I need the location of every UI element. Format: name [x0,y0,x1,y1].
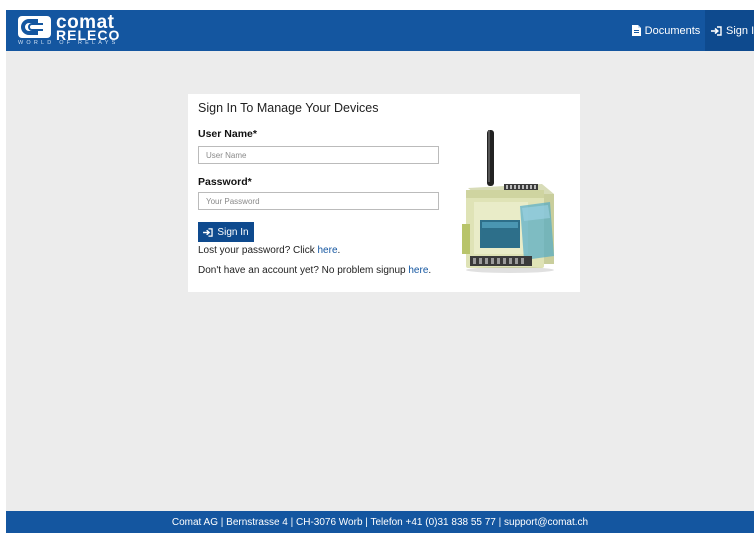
relay-device-image [462,130,554,273]
logo-tagline: WORLD OF RELAYS [18,40,119,46]
sign-in-button-label: Sign In [217,226,249,238]
signup-prefix: Don't have an account yet? No problem si… [198,265,409,276]
footer-contact-text: Comat AG | Bernstrasse 4 | CH-3076 Worb … [171,516,589,528]
footer-bar: Comat AG | Bernstrasse 4 | CH-3076 Worb … [6,511,754,533]
lost-password-prefix: Lost your password? Click [198,245,318,256]
login-card: Sign In To Manage Your Devices User Name… [188,94,580,292]
nav-sign-in-label: Sign In [726,24,754,37]
logo-mark-icon [18,16,51,38]
password-label: Password* [198,176,252,188]
nav-documents-link[interactable]: Documents [628,10,704,51]
nav-sign-in-link[interactable]: Sign In [705,10,754,51]
document-icon [631,25,641,36]
username-label: User Name* [198,128,257,140]
sign-in-icon [711,25,722,36]
signup-link[interactable]: here [408,265,428,276]
top-navbar: comat RELECO WORLD OF RELAYS Documents S… [6,10,754,51]
password-input[interactable] [198,192,439,210]
lost-password-text: Lost your password? Click here. [198,245,340,256]
signup-text: Don't have an account yet? No problem si… [198,265,431,276]
sign-in-button-icon [203,227,214,237]
nav-documents-label: Documents [644,24,701,37]
lost-password-suffix: . [337,245,341,256]
sign-in-button[interactable]: Sign In [198,222,254,242]
login-title: Sign In To Manage Your Devices [198,101,379,115]
signup-suffix: . [428,265,432,276]
lost-password-link[interactable]: here [318,245,338,256]
username-input[interactable] [198,146,439,164]
comat-releco-logo[interactable]: comat RELECO WORLD OF RELAYS [18,12,148,48]
app-frame: comat RELECO WORLD OF RELAYS Documents S… [6,10,754,533]
